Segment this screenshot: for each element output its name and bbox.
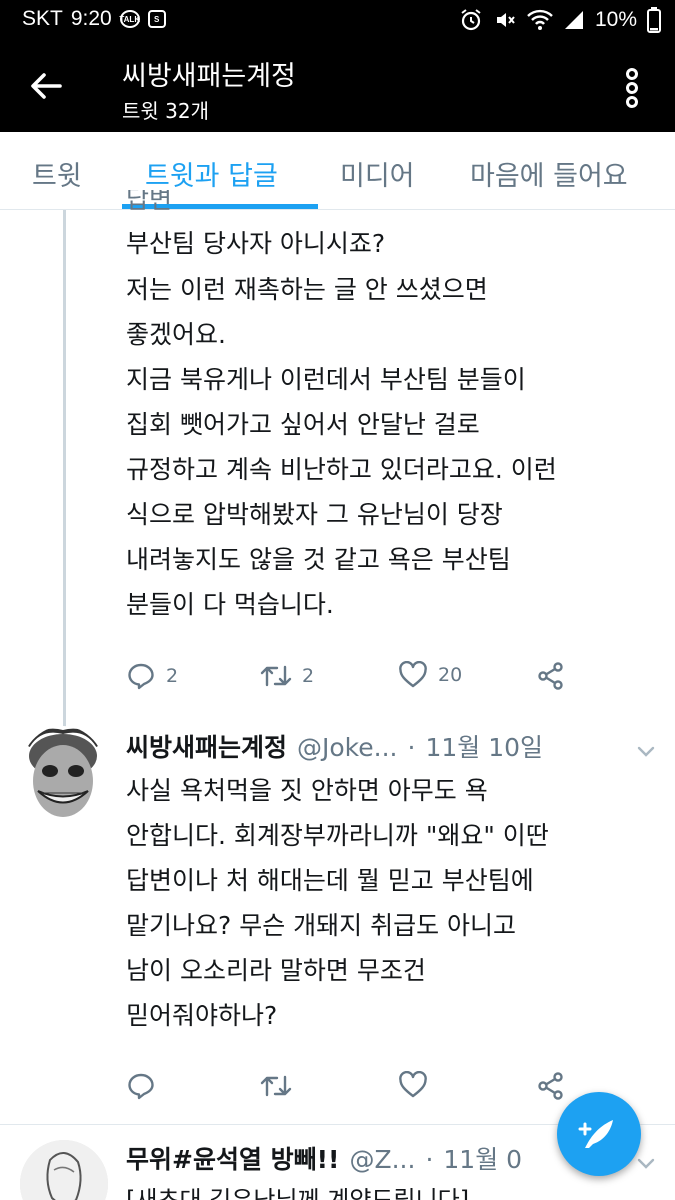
- avatar[interactable]: [20, 1140, 108, 1200]
- separator-dot: ·: [407, 733, 416, 762]
- like-button[interactable]: [398, 1071, 428, 1099]
- author-handle[interactable]: @Joke...: [297, 733, 397, 762]
- retweet-icon: [260, 1075, 292, 1097]
- clipped-text: 답변: [126, 190, 173, 212]
- share-icon: [538, 662, 563, 690]
- tab-likes[interactable]: 마음에 들어요: [470, 154, 628, 193]
- chevron-down-icon[interactable]: [635, 1152, 657, 1174]
- author-name[interactable]: 무위#윤석열 방빼!!: [126, 1140, 339, 1176]
- tweet-date[interactable]: 11월 0: [443, 1140, 522, 1176]
- sketch-portrait-avatar: [20, 1140, 108, 1200]
- tweet-text-line: 집회 뺏어가고 싶어서 안달난 걸로: [126, 410, 480, 439]
- tweet-text-line: 부산팀 당사자 아니시죠?: [126, 229, 386, 258]
- tweet-text-line: 내려놓지도 않을 것 같고 욕은 부산팀: [126, 545, 511, 574]
- retweet-button[interactable]: 2: [260, 661, 314, 691]
- tweet-text-line: 저는 이런 재촉하는 글 안 쓰셨으면: [126, 275, 488, 304]
- reply-button[interactable]: [126, 1071, 156, 1101]
- status-bar: SKT 9:20 TALK S 10%: [0, 0, 675, 42]
- back-arrow-icon[interactable]: [26, 66, 66, 106]
- tweet-3-header: 무위#윤석열 방빼!! @Z... · 11월 0: [126, 1140, 522, 1176]
- tweet-text-line: 규정하고 계속 비난하고 있더라고요. 이런: [126, 455, 557, 484]
- tweet-text-line: 좋겠어요.: [126, 320, 226, 349]
- tweet-text-line: 분들이 다 먹습니다.: [126, 590, 334, 619]
- battery-icon: [647, 7, 661, 33]
- retweet-count: 2: [302, 665, 315, 687]
- retweet-button[interactable]: [260, 1071, 292, 1101]
- profile-tabs: 트윗 트윗과 답글 미디어 마음에 들어요: [0, 132, 675, 210]
- clock: 9:20: [70, 7, 112, 30]
- author-handle[interactable]: @Z...: [349, 1145, 415, 1174]
- reply-icon: [128, 1073, 154, 1100]
- alarm-icon: [461, 9, 481, 31]
- s-notification-icon: S: [147, 10, 166, 28]
- like-button[interactable]: 20: [398, 661, 462, 689]
- tweet-text-line: 맡기나요? 무슨 개돼지 취급도 아니고: [126, 911, 517, 940]
- wifi-icon: [527, 9, 553, 30]
- share-icon: [538, 1072, 563, 1100]
- tweet-2-header: 씨방새패는계정 @Joke... · 11월 10일: [126, 728, 543, 764]
- signal-icon: [564, 11, 583, 29]
- tab-tweets-and-replies[interactable]: 트윗과 답글: [145, 154, 278, 193]
- tweet-text-line: 사실 욕처먹을 짓 안하면 아무도 욕: [126, 776, 488, 805]
- like-count: 20: [438, 664, 463, 686]
- tweet-2-actions: [126, 1071, 586, 1107]
- tab-media[interactable]: 미디어: [340, 154, 415, 193]
- share-button[interactable]: [536, 661, 566, 691]
- reply-count: 2: [166, 665, 179, 687]
- more-options-icon[interactable]: [612, 66, 652, 110]
- app-bar: 씨방새패는계정 트윗 32개: [0, 42, 675, 132]
- tweet-text-line: 식으로 압박해봤자 그 유난님이 당장: [126, 500, 503, 529]
- tweet-text-line: 믿어줘야하나?: [126, 1001, 278, 1030]
- tweet-3-text[interactable]: [새초대 김유난님께 계약드립니다]: [126, 1180, 469, 1200]
- share-button[interactable]: [536, 1071, 566, 1101]
- retweet-icon: [260, 665, 292, 687]
- mute-icon: [496, 13, 515, 27]
- author-name[interactable]: 씨방새패는계정: [126, 728, 287, 764]
- avatar[interactable]: [20, 726, 106, 822]
- thread-connector-line: [63, 210, 66, 728]
- profile-title: 씨방새패는계정: [122, 61, 296, 92]
- tweet-text-line: 안합니다. 회계장부까라니까 "왜요" 이딴: [126, 821, 549, 850]
- carrier-label: SKT: [22, 7, 63, 30]
- battery-percent: 10%: [594, 8, 637, 31]
- tweet-text-line: 지금 북유게나 이런데서 부산팀 분들이: [126, 365, 526, 394]
- compose-feather-icon: [578, 1120, 613, 1148]
- kakaotalk-icon: TALK: [119, 10, 140, 28]
- chevron-down-icon[interactable]: [635, 740, 657, 762]
- heart-icon: [399, 1071, 427, 1098]
- tweet-date[interactable]: 11월 10일: [425, 728, 543, 764]
- joker-face-avatar: [26, 728, 100, 817]
- compose-tweet-button[interactable]: [557, 1092, 641, 1176]
- reply-button[interactable]: 2: [126, 661, 178, 691]
- tweet-1-actions: 2 2 20: [126, 661, 586, 697]
- reply-icon: [128, 663, 154, 690]
- tweet-text-line: 답변이나 처 해대는데 뭘 믿고 부산팀에: [126, 866, 534, 895]
- separator-dot: ·: [425, 1145, 434, 1174]
- tweet-text-line: 남이 오소리라 말하면 무조건: [126, 956, 426, 985]
- heart-icon: [399, 661, 427, 688]
- tab-tweets[interactable]: 트윗: [32, 154, 82, 193]
- tweet-count: 트윗 32개: [122, 99, 210, 123]
